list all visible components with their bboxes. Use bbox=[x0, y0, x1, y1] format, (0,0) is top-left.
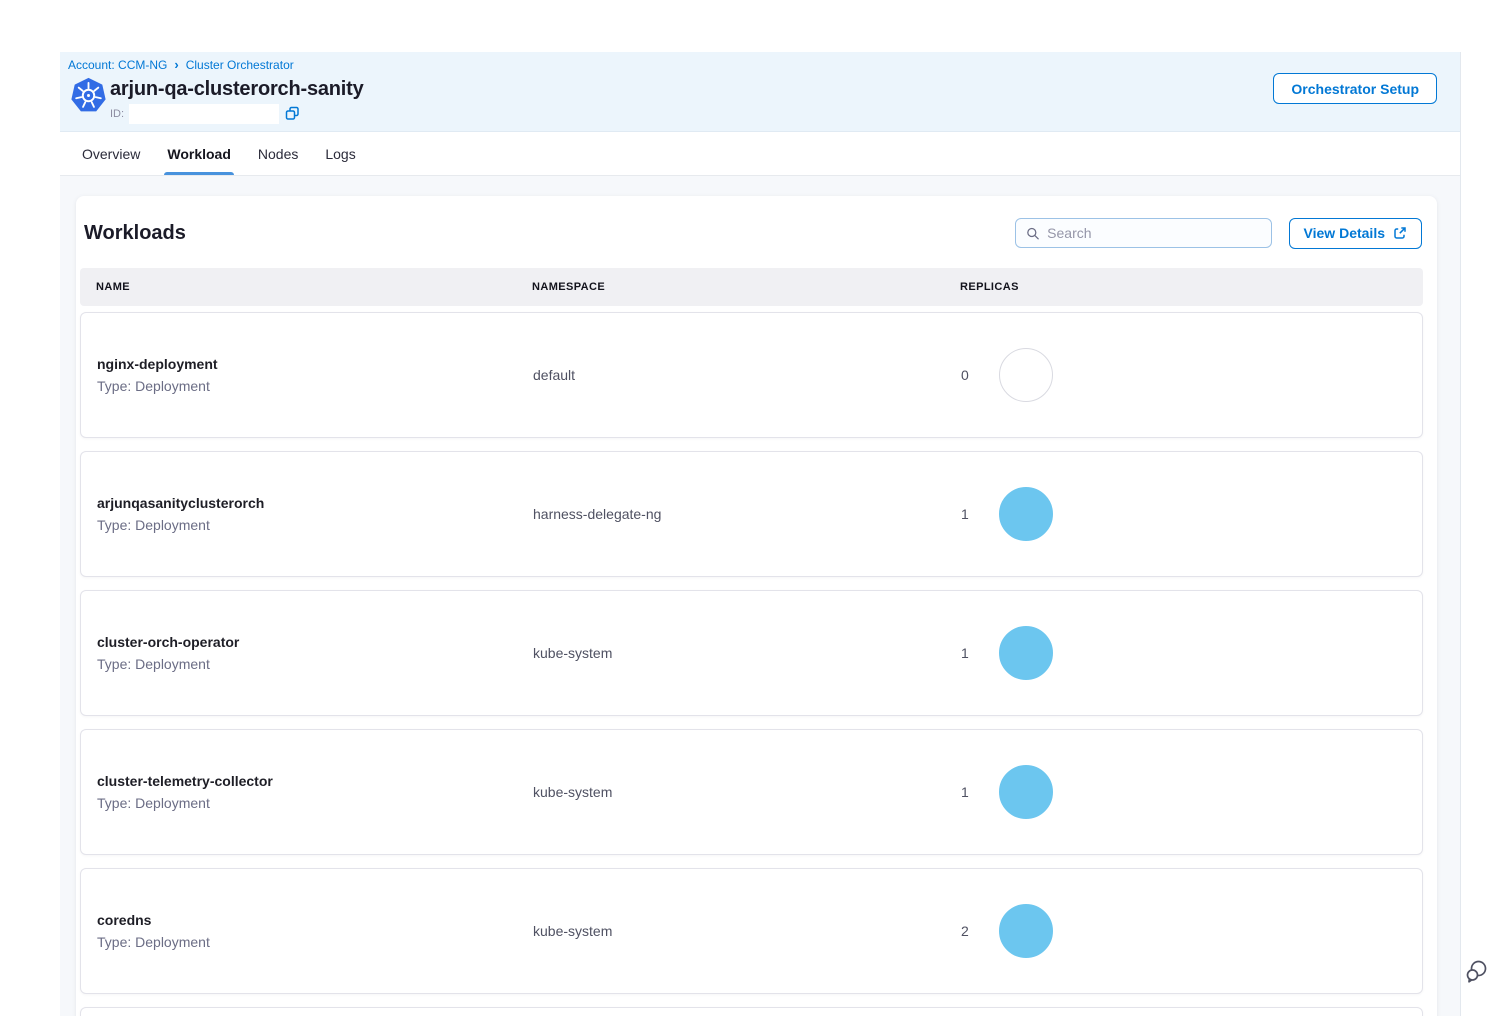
workloads-card: Workloads View Details bbox=[76, 196, 1437, 1016]
table-row[interactable]: arjunqasanityclusterorch Type: Deploymen… bbox=[80, 451, 1423, 577]
table-row[interactable]: coredns Type: Deployment kube-system 2 bbox=[80, 868, 1423, 994]
workload-name: coredns bbox=[97, 912, 533, 928]
copy-icon[interactable] bbox=[284, 106, 300, 122]
page-title: arjun-qa-clusterorch-sanity bbox=[110, 78, 364, 101]
replica-status-circle bbox=[999, 348, 1053, 402]
workload-name-cell: cluster-orch-operator Type: Deployment bbox=[97, 634, 533, 672]
search-icon bbox=[1026, 226, 1040, 241]
workload-replicas-cell: 2 bbox=[961, 904, 1422, 958]
breadcrumb-account-link[interactable]: Account: CCM-NG bbox=[68, 58, 167, 72]
replica-status-circle bbox=[999, 626, 1053, 680]
workloads-card-header: Workloads View Details bbox=[84, 218, 1422, 248]
breadcrumb: Account: CCM-NG › Cluster Orchestrator bbox=[68, 58, 294, 72]
page-header: Account: CCM-NG › Cluster Orchestrator a… bbox=[60, 52, 1460, 132]
workloads-content: Workloads View Details bbox=[60, 176, 1460, 1016]
workload-namespace: kube-system bbox=[533, 784, 961, 800]
replica-status-circle bbox=[999, 487, 1053, 541]
workload-name-cell: coredns Type: Deployment bbox=[97, 912, 533, 950]
workload-type: Type: Deployment bbox=[97, 378, 533, 394]
replica-count: 1 bbox=[961, 784, 983, 800]
column-header-name: NAME bbox=[96, 281, 532, 293]
table-row-partial[interactable] bbox=[80, 1007, 1423, 1016]
workload-type: Type: Deployment bbox=[97, 656, 533, 672]
workloads-title: Workloads bbox=[84, 222, 186, 245]
id-label: ID: bbox=[110, 108, 124, 120]
workload-name-cell: cluster-telemetry-collector Type: Deploy… bbox=[97, 773, 533, 811]
chat-bubbles-icon bbox=[1463, 958, 1489, 984]
replica-count: 2 bbox=[961, 923, 983, 939]
workload-namespace: kube-system bbox=[533, 645, 961, 661]
chat-widget-button[interactable] bbox=[1463, 958, 1489, 984]
workload-name-cell: arjunqasanityclusterorch Type: Deploymen… bbox=[97, 495, 533, 533]
column-header-namespace: NAMESPACE bbox=[532, 281, 960, 293]
view-details-label: View Details bbox=[1304, 225, 1385, 241]
workloads-rows: nginx-deployment Type: Deployment defaul… bbox=[80, 312, 1423, 1016]
workload-type: Type: Deployment bbox=[97, 795, 533, 811]
table-row[interactable]: nginx-deployment Type: Deployment defaul… bbox=[80, 312, 1423, 438]
search-box[interactable] bbox=[1015, 218, 1272, 248]
workload-name-cell: nginx-deployment Type: Deployment bbox=[97, 356, 533, 394]
workload-replicas-cell: 1 bbox=[961, 487, 1422, 541]
replica-status-circle bbox=[999, 765, 1053, 819]
workload-name: cluster-orch-operator bbox=[97, 634, 533, 650]
workload-name: arjunqasanityclusterorch bbox=[97, 495, 533, 511]
workload-replicas-cell: 0 bbox=[961, 348, 1422, 402]
replica-count: 1 bbox=[961, 645, 983, 661]
view-details-button[interactable]: View Details bbox=[1289, 218, 1422, 249]
workload-namespace: default bbox=[533, 367, 961, 383]
cluster-orchestrator-page: Account: CCM-NG › Cluster Orchestrator a… bbox=[60, 52, 1461, 1016]
orchestrator-setup-button[interactable]: Orchestrator Setup bbox=[1273, 73, 1437, 104]
workload-name: cluster-telemetry-collector bbox=[97, 773, 533, 789]
tab-bar: Overview Workload Nodes Logs bbox=[60, 132, 1460, 176]
column-header-replicas: REPLICAS bbox=[960, 281, 1423, 293]
search-input[interactable] bbox=[1047, 225, 1260, 241]
workloads-actions: View Details bbox=[1015, 218, 1422, 249]
workload-name: nginx-deployment bbox=[97, 356, 533, 372]
tab-workload[interactable]: Workload bbox=[167, 132, 231, 175]
replica-count: 1 bbox=[961, 506, 983, 522]
tab-logs[interactable]: Logs bbox=[325, 132, 355, 175]
workload-replicas-cell: 1 bbox=[961, 626, 1422, 680]
breadcrumb-section-link[interactable]: Cluster Orchestrator bbox=[186, 58, 294, 72]
workload-replicas-cell: 1 bbox=[961, 765, 1422, 819]
table-row[interactable]: cluster-telemetry-collector Type: Deploy… bbox=[80, 729, 1423, 855]
tab-overview[interactable]: Overview bbox=[82, 132, 140, 175]
external-link-icon bbox=[1393, 226, 1407, 240]
workload-type: Type: Deployment bbox=[97, 934, 533, 950]
id-value-redacted bbox=[129, 104, 279, 124]
tab-nodes[interactable]: Nodes bbox=[258, 132, 298, 175]
replica-count: 0 bbox=[961, 367, 983, 383]
table-header: NAME NAMESPACE REPLICAS bbox=[80, 268, 1423, 306]
workload-namespace: harness-delegate-ng bbox=[533, 506, 961, 522]
chevron-right-icon: › bbox=[174, 59, 178, 71]
entity-id-row: ID: bbox=[110, 103, 300, 124]
kubernetes-icon bbox=[70, 77, 107, 114]
workload-type: Type: Deployment bbox=[97, 517, 533, 533]
replica-status-circle bbox=[999, 904, 1053, 958]
table-row[interactable]: cluster-orch-operator Type: Deployment k… bbox=[80, 590, 1423, 716]
workload-namespace: kube-system bbox=[533, 923, 961, 939]
